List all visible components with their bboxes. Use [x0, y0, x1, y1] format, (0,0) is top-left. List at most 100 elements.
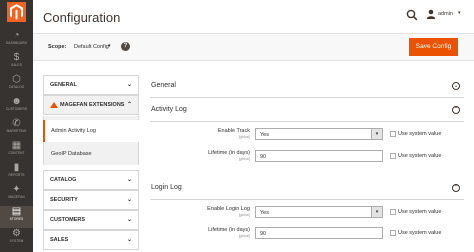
login-lifetime-input[interactable]: 90 — [255, 227, 383, 239]
user-icon[interactable] — [426, 9, 436, 19]
use-system-value-checkbox[interactable] — [390, 131, 396, 137]
tab-label: GENERAL — [50, 82, 77, 88]
section-general[interactable]: General ⌄ — [150, 72, 464, 98]
input-value: 90 — [260, 154, 267, 160]
field-label: Lifetime (in days) — [208, 227, 250, 233]
nav-label: CONTENT — [8, 151, 25, 155]
nav-label: SALES — [11, 63, 22, 67]
section-title: Login Log — [151, 184, 182, 191]
use-system-value-label: Use system value — [398, 230, 442, 236]
dollar-icon: $ — [13, 52, 20, 63]
nav-sales[interactable]: $ SALES — [0, 52, 33, 74]
use-system-value-checkbox[interactable] — [390, 209, 396, 215]
nav-marketing[interactable]: ✆ MARKETING — [0, 118, 33, 140]
nav-label: MAGEFAN — [8, 195, 25, 199]
tab-customers[interactable]: CUSTOMERS ⌄ — [43, 210, 139, 230]
subitem-label: Admin Activity Log — [51, 128, 96, 134]
tab-label: SALES — [50, 237, 69, 243]
magefan-icon: ✦ — [12, 184, 21, 195]
chevron-down-icon[interactable]: ▾ — [458, 10, 461, 16]
chevron-down-icon: ⌄ — [126, 197, 132, 203]
tab-label: CUSTOMERS — [50, 217, 86, 223]
field-label: Enable Track — [217, 128, 250, 134]
chevron-down-icon: ⌄ — [126, 237, 132, 243]
save-config-button[interactable]: Save Config — [409, 38, 458, 56]
expand-icon[interactable]: ⌄ — [452, 82, 460, 90]
nav-catalog[interactable]: ⬡ CATALOG — [0, 74, 33, 96]
collapse-icon[interactable]: ⌃ — [452, 184, 460, 192]
section-login-log[interactable]: Login Log ⌃ — [150, 174, 464, 200]
use-system-value-checkbox[interactable] — [390, 153, 396, 159]
collapse-icon[interactable]: ⌃ — [452, 106, 460, 114]
user-name[interactable]: admin — [438, 11, 453, 17]
scope-bar: Scope: Default Config ▾ ? — [33, 33, 474, 61]
tab-security[interactable]: SECURITY ⌄ — [43, 190, 139, 210]
chevron-down-icon: ▾ — [371, 129, 382, 139]
enable-login-log-select[interactable]: Yes ▾ — [255, 206, 383, 218]
magefan-logo-icon — [50, 102, 58, 108]
subitem-admin-activity-log[interactable]: Admin Activity Log — [43, 120, 139, 142]
chevron-down-icon: ▾ — [371, 207, 382, 217]
scope-label: Scope: — [48, 44, 67, 50]
field-scope: [global] — [238, 135, 250, 139]
tab-magefan-extensions[interactable]: MAGEFAN EXTENSIONS ⌃ — [43, 95, 139, 115]
bar-chart-icon: ▮ — [13, 162, 20, 173]
chevron-down-icon: ⌄ — [126, 217, 132, 223]
use-system-value-label: Use system value — [398, 153, 442, 159]
tab-sales[interactable]: SALES ⌄ — [43, 230, 139, 250]
nav-customers[interactable]: ☻ CUSTOMERS — [0, 96, 33, 118]
field-label: Lifetime (in days) — [208, 150, 250, 156]
subitem-geoip-database[interactable]: GeoIP Database — [43, 143, 139, 165]
tab-label: SECURITY — [50, 197, 78, 203]
subitem-label: GeoIP Database — [51, 151, 92, 157]
input-value: 90 — [260, 231, 267, 237]
enable-track-select[interactable]: Yes ▾ — [255, 128, 383, 140]
tab-catalog[interactable]: CATALOG ⌄ — [43, 170, 139, 190]
tab-label: MAGEFAN EXTENSIONS — [60, 102, 125, 108]
tab-general[interactable]: GENERAL ⌄ — [43, 75, 139, 95]
section-title: Activity Log — [151, 106, 187, 113]
chevron-down-icon[interactable]: ▾ — [108, 43, 111, 49]
select-value: Yes — [260, 210, 269, 216]
nav-label: DASHBOARD — [5, 41, 28, 45]
person-icon: ☻ — [11, 96, 22, 107]
nav-label: REPORTS — [8, 173, 25, 177]
field-scope: [global] — [238, 213, 250, 217]
use-system-value-checkbox[interactable] — [390, 230, 396, 236]
section-activity-log[interactable]: Activity Log ⌃ — [150, 96, 464, 122]
tab-label: CATALOG — [50, 177, 77, 183]
content-icon: ▦ — [11, 140, 22, 151]
chevron-down-icon: ⌄ — [126, 82, 132, 88]
page-title: Configuration — [43, 10, 121, 25]
nav-system[interactable]: ⚙ SYSTEM — [0, 228, 33, 250]
chevron-up-icon: ⌃ — [126, 102, 132, 108]
search-icon[interactable] — [406, 9, 418, 21]
section-title: General — [151, 82, 176, 89]
chevron-down-icon: ⌄ — [126, 177, 132, 183]
store-icon: ▤ — [11, 206, 22, 217]
scope-switcher[interactable]: Default Config — [74, 44, 109, 50]
select-value: Yes — [260, 132, 269, 138]
nav-reports[interactable]: ▮ REPORTS — [0, 162, 33, 184]
nav-label: CATALOG — [8, 85, 25, 89]
help-icon[interactable]: ? — [121, 42, 130, 51]
nav-content[interactable]: ▦ CONTENT — [0, 140, 33, 162]
box-icon: ⬡ — [12, 74, 21, 85]
megaphone-icon: ✆ — [12, 118, 21, 129]
activity-lifetime-input[interactable]: 90 — [255, 150, 383, 162]
field-label: Enable Login Log — [207, 206, 250, 212]
use-system-value-label: Use system value — [398, 209, 442, 215]
nav-label: CUSTOMERS — [5, 107, 28, 111]
nav-label: SYSTEM — [9, 239, 24, 243]
field-scope: [global] — [238, 234, 250, 238]
nav-label: MARKETING — [6, 129, 27, 133]
nav-dashboard[interactable]: ◔ DASHBOARD — [0, 30, 33, 52]
use-system-value-label: Use system value — [398, 131, 442, 137]
magento-logo-icon[interactable] — [7, 2, 26, 22]
gear-icon: ⚙ — [12, 228, 21, 239]
dashboard-icon: ◔ — [13, 30, 20, 41]
nav-stores[interactable]: ▤ STORES — [0, 206, 33, 228]
nav-label: STORES — [9, 217, 24, 221]
nav-magefan[interactable]: ✦ MAGEFAN — [0, 184, 33, 206]
field-scope: [global] — [238, 157, 250, 161]
